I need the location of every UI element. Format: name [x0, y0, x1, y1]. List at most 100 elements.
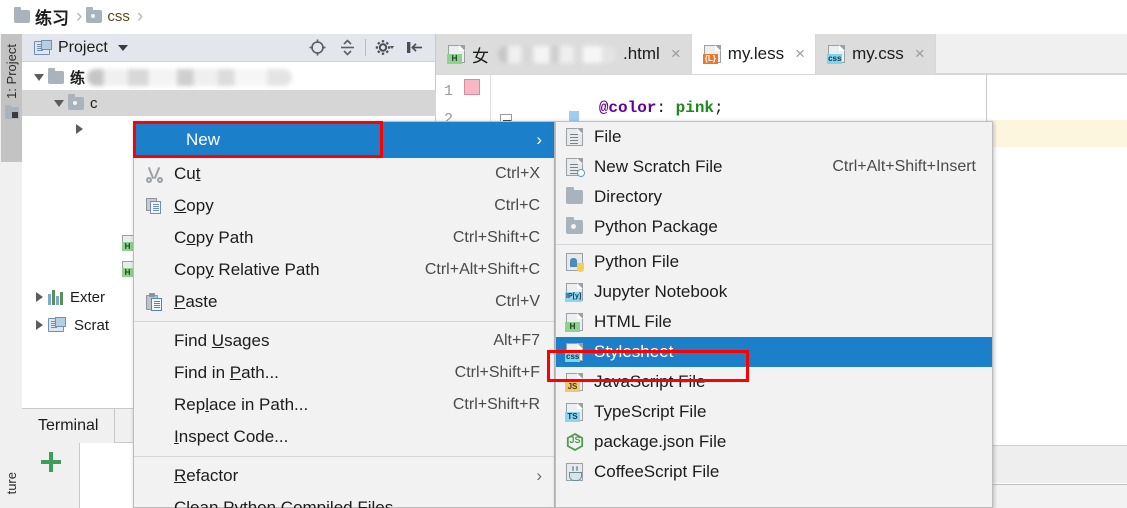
submenu-item-new-scratch-file[interactable]: New Scratch File Ctrl+Alt+Shift+Insert — [556, 152, 992, 182]
tree-expand-arrow-icon[interactable] — [50, 90, 68, 116]
submenu-item-html-file[interactable]: H HTML File — [556, 307, 992, 337]
stylesheet-icon: css — [565, 343, 594, 362]
scratches-icon — [48, 317, 66, 332]
locate-icon[interactable] — [302, 35, 332, 61]
sidebar-item-project[interactable]: 1: Project — [1, 34, 22, 162]
context-menu-item-cut[interactable]: Cut Ctrl+X — [134, 158, 554, 190]
submenu-item-python-file-label: Python File — [594, 252, 680, 271]
tree-collapse-arrow-icon[interactable] — [70, 116, 88, 142]
html-badge: H — [447, 54, 462, 64]
file-icon — [566, 128, 594, 146]
css-badge: css — [565, 352, 581, 362]
breadcrumb-item-project[interactable]: 练习 — [14, 0, 69, 34]
context-menu-item-copy[interactable]: Copy Ctrl+C — [134, 190, 554, 222]
external-libraries-icon — [48, 289, 64, 305]
tool-strip-inner: 1: Project ture — [1, 34, 22, 508]
tree-expand-arrow-icon[interactable] — [30, 64, 48, 90]
submenu-arrow-icon: › — [536, 130, 542, 149]
context-menu-item-copy-accel: Ctrl+C — [494, 197, 540, 214]
breadcrumb-separator-0: › — [76, 5, 83, 27]
context-menu-separator-2 — [134, 456, 554, 457]
context-menu-item-replace-in-path[interactable]: Replace in Path... Ctrl+Shift+R — [134, 389, 554, 421]
submenu-item-stylesheet[interactable]: css Stylesheet — [556, 337, 992, 367]
context-menu-item-find-usages-accel: Alt+F7 — [493, 332, 540, 349]
submenu-item-python-file[interactable]: Python File — [556, 247, 992, 277]
context-menu-item-find-usages[interactable]: Find Usages Alt+F7 — [134, 325, 554, 357]
context-menu-item-copy-path-label: Copy Path — [174, 228, 254, 247]
context-menu-item-paste-accel: Ctrl+V — [495, 293, 540, 310]
breadcrumb-label-1: css — [107, 8, 130, 25]
folder-dot-icon — [86, 7, 103, 23]
submenu-item-typescript-file[interactable]: TS TypeScript File — [556, 397, 992, 427]
context-menu-item-replace-in-path-label: Replace in Path... — [174, 395, 309, 414]
context-menu-item-copy-label: Copy — [174, 196, 214, 215]
editor-tab-html[interactable]: H 女 .html × — [436, 34, 692, 74]
breadcrumb-item-css[interactable]: css — [86, 0, 130, 34]
close-icon[interactable]: × — [795, 44, 805, 64]
close-icon[interactable]: × — [671, 44, 681, 64]
tab-terminal[interactable]: Terminal — [22, 408, 116, 443]
code-token-value: pink — [675, 99, 715, 117]
context-menu-item-find-in-path[interactable]: Find in Path... Ctrl+Shift+F — [134, 357, 554, 389]
breadcrumb-label-0: 练习 — [35, 9, 69, 28]
less-file-icon: {L} — [702, 45, 721, 64]
color-preview-swatch[interactable] — [464, 79, 480, 95]
submenu-item-directory-label: Directory — [594, 187, 663, 206]
close-icon[interactable]: × — [915, 44, 925, 64]
tree-label-css: c — [90, 94, 98, 112]
jupyter-badge: IP[y] — [565, 292, 583, 302]
context-menu-item-find-in-path-accel: Ctrl+Shift+F — [454, 364, 540, 381]
ide-window: 练习 › css › 1: Project ture Project 练 c H… — [0, 0, 1127, 508]
context-menu-item-find-usages-label: Find Usages — [174, 331, 270, 350]
editor-tab-my-css[interactable]: css my.css × — [816, 34, 936, 74]
submenu-item-new-scratch-file-label: New Scratch File — [594, 157, 723, 176]
jupyter-notebook-icon: IP[y] — [565, 283, 594, 302]
tree-collapse-arrow-icon[interactable] — [30, 284, 48, 310]
editor-tabbar: H 女 .html × {L} my.less × css my.css × — [436, 34, 1127, 74]
submenu-item-file[interactable]: File — [556, 122, 992, 152]
package-json-icon: JS — [566, 433, 594, 451]
toolbar-divider — [365, 39, 366, 56]
context-menu: New › Cut Ctrl+X Copy Ctrl+C Copy Path C… — [133, 121, 555, 508]
redacted-text — [498, 45, 616, 63]
chevron-down-icon[interactable] — [117, 44, 128, 51]
code-token-semicolon: ; — [714, 99, 724, 117]
context-menu-item-copy-path[interactable]: Copy Path Ctrl+Shift+C — [134, 222, 554, 254]
context-menu-item-inspect-code[interactable]: Inspect Code... — [134, 421, 554, 453]
submenu-item-directory[interactable]: Directory — [556, 182, 992, 212]
project-panel-toolbar — [302, 35, 435, 61]
submenu-item-stylesheet-label: Stylesheet — [594, 342, 674, 361]
hide-panel-icon[interactable] — [399, 35, 429, 61]
ts-badge: TS — [565, 412, 580, 422]
collapse-all-icon[interactable] — [332, 35, 362, 61]
submenu-separator-1 — [556, 244, 992, 245]
context-menu-item-paste[interactable]: Paste Ctrl+V — [134, 286, 554, 318]
context-menu-item-copy-relative-path[interactable]: Copy Relative Path Ctrl+Alt+Shift+C — [134, 254, 554, 286]
context-menu-item-refactor-label: Refactor — [174, 466, 239, 485]
context-menu-item-cut-label: Cut — [174, 164, 201, 183]
code-token-colon: : — [656, 99, 676, 117]
scissors-icon — [146, 166, 172, 183]
submenu-item-package-json-file[interactable]: JS package.json File — [556, 427, 992, 457]
editor-tab-my-less[interactable]: {L} my.less × — [691, 34, 817, 74]
terminal-add-column — [22, 443, 80, 508]
add-terminal-button[interactable] — [40, 451, 62, 473]
context-menu-item-refactor[interactable]: Refactor › — [134, 460, 554, 492]
context-menu-item-replace-in-path-accel: Ctrl+Shift+R — [452, 396, 540, 413]
submenu-item-javascript-file[interactable]: JS JavaScript File — [556, 367, 992, 397]
tree-row-css-folder[interactable]: c — [22, 90, 436, 116]
submenu-item-coffeescript-file[interactable]: CoffeeScript File — [556, 457, 992, 487]
tree-row-project-root[interactable]: 练 — [22, 64, 436, 90]
project-panel-header: Project — [22, 34, 435, 62]
submenu-item-jupyter-notebook[interactable]: IP[y] Jupyter Notebook — [556, 277, 992, 307]
settings-gear-icon[interactable] — [369, 35, 399, 61]
context-menu-separator-1 — [134, 321, 554, 322]
submenu-item-python-package[interactable]: Python Package — [556, 212, 992, 242]
editor-tab-my-less-label: my.less — [727, 44, 785, 63]
tree-collapse-arrow-icon[interactable] — [30, 312, 48, 338]
context-menu-item-clean-python-compiled-files[interactable]: Clean Python Compiled Files — [134, 492, 554, 508]
sidebar-item-structure[interactable]: ture — [1, 466, 22, 508]
context-menu-item-new[interactable]: New › — [134, 122, 554, 158]
folder-icon — [14, 7, 30, 23]
sidebar-item-project-label: 1: Project — [4, 44, 19, 99]
